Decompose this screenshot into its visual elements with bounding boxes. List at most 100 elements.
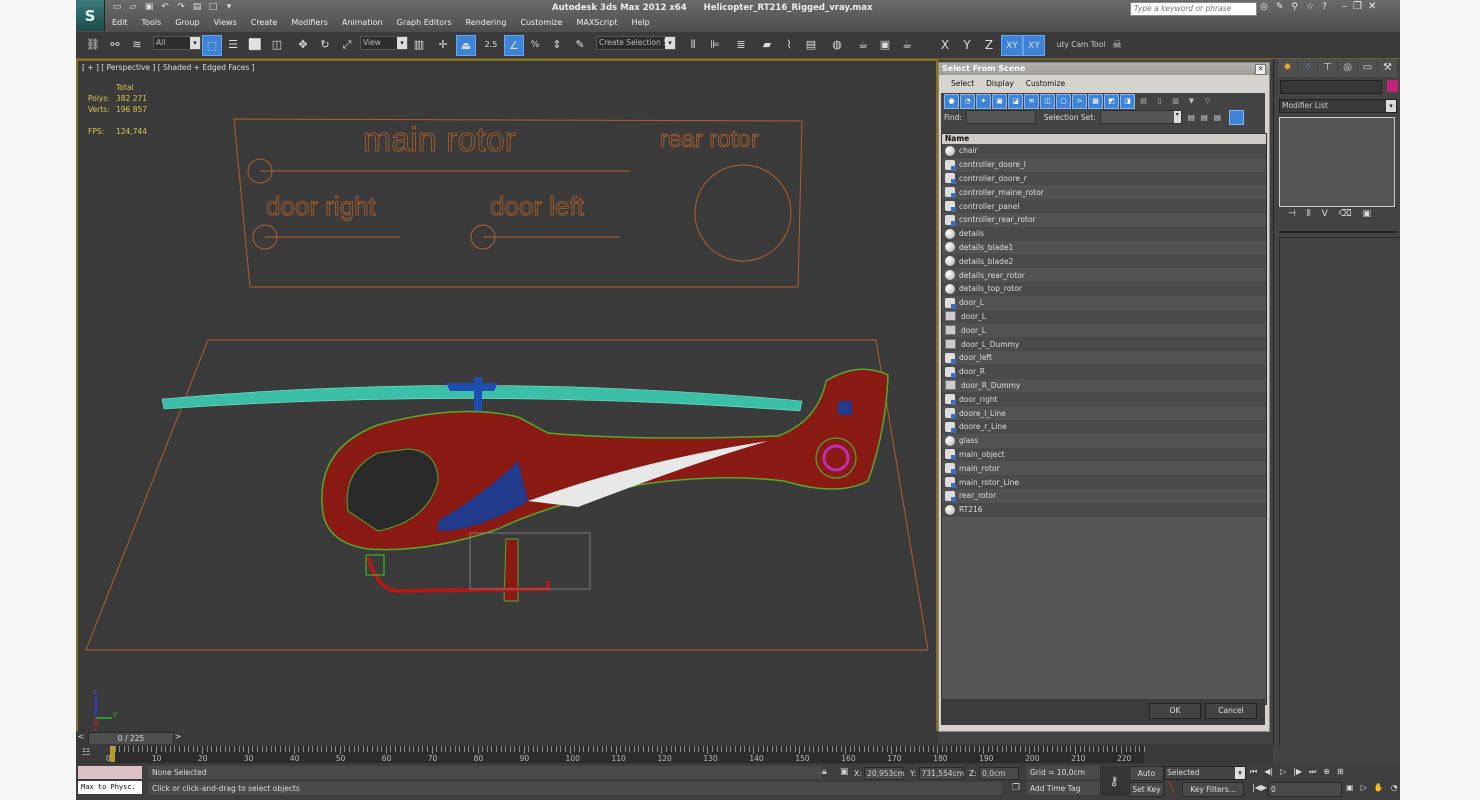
play-icon[interactable]: ▷ <box>1280 767 1286 777</box>
lock-selection-icon[interactable]: 🔒︎ <box>822 767 827 777</box>
display-space-warps-icon[interactable]: ≋ <box>1024 93 1039 109</box>
material-editor-icon[interactable]: ◍ <box>828 35 846 54</box>
filter-options-icon[interactable]: ▽ <box>1200 94 1215 109</box>
find-input[interactable] <box>965 110 1036 124</box>
frame-ruler[interactable]: 0 10 20 30 40 50 60 70 80 90 100 110 120 130 140 150 160… <box>106 746 1145 763</box>
set-key-button[interactable]: Set Key <box>1129 782 1164 797</box>
undo-icon[interactable]: ↶ <box>160 2 170 12</box>
named-selection-sets-dropdown[interactable]: Create Selection Se ▾ <box>596 36 676 50</box>
graphite-ribbon-icon[interactable]: ▰ <box>758 35 776 54</box>
object-list-item[interactable]: doore_r_Line <box>942 419 1266 434</box>
menu-animation[interactable]: Animation <box>342 18 383 27</box>
object-list-item[interactable]: details <box>942 226 1266 241</box>
make-unique-icon[interactable]: V <box>1322 209 1328 219</box>
key-tangent-icon[interactable]: ╲ <box>1168 782 1174 793</box>
object-list-item[interactable]: door_R_Dummy <box>942 378 1266 393</box>
menu-maxscript[interactable]: MAXScript <box>576 18 617 27</box>
next-key-icon[interactable]: |▶ <box>1293 767 1302 777</box>
auto-key-button[interactable]: Auto Key <box>1129 766 1164 791</box>
dialog-menu-customize[interactable]: Customize <box>1026 79 1065 88</box>
display-hidden-icon[interactable]: ◨ <box>1120 93 1135 109</box>
dialog-title-bar[interactable]: Select From Scene ✕ <box>939 63 1269 75</box>
previous-frame-button[interactable]: < <box>76 732 86 743</box>
object-list-item[interactable]: door_right <box>942 392 1266 407</box>
object-list-item[interactable]: door_left <box>942 350 1266 365</box>
select-and-move-icon[interactable]: ✥ <box>294 35 312 54</box>
wrench-icon[interactable]: ✎ <box>1276 2 1284 12</box>
object-color-swatch[interactable] <box>1387 80 1398 92</box>
modifier-stack[interactable] <box>1279 117 1395 207</box>
dialog-menu-display[interactable]: Display <box>986 79 1014 88</box>
key-filters-button[interactable]: Key Filters... <box>1182 782 1244 797</box>
layer-manager-icon[interactable]: ≣ <box>732 35 750 54</box>
display-invert-icon[interactable]: ▥ <box>1168 94 1183 109</box>
set-key-icon[interactable]: ⚷ <box>1100 766 1128 796</box>
cancel-button[interactable]: Cancel <box>1205 703 1257 719</box>
display-shapes-icon[interactable]: ◔ <box>960 93 975 109</box>
skull-tool-icon[interactable]: ☠ <box>1108 35 1126 54</box>
save-icon[interactable]: ▣ <box>144 2 154 12</box>
snaps-toggle-icon[interactable]: 2.5 <box>482 35 500 54</box>
close-icon[interactable]: ✕ <box>1255 64 1266 75</box>
help-icon[interactable]: ? <box>1322 2 1327 12</box>
display-geometry-icon[interactable]: ● <box>944 93 959 109</box>
display-helpers-icon[interactable]: ◪ <box>1008 93 1023 109</box>
next-frame-button[interactable]: > <box>173 732 183 743</box>
project-folder-icon[interactable]: ▤ <box>192 2 202 12</box>
menu-graph-editors[interactable]: Graph Editors <box>397 18 452 27</box>
select-object-icon[interactable]: ⬚ <box>202 35 222 56</box>
window-icon[interactable]: □ <box>208 2 218 12</box>
select-by-name-icon[interactable]: ☰ <box>224 35 242 54</box>
object-list-item[interactable]: details_top_rotor <box>942 281 1266 296</box>
object-list-item[interactable]: chair <box>942 144 1266 158</box>
scene-geometry[interactable]: main rotor rear rotor door right door le… <box>78 61 938 743</box>
dialog-menu-select[interactable]: Select <box>951 79 974 88</box>
close-icon[interactable]: ✕ <box>1368 1 1376 12</box>
object-list-item[interactable]: glass <box>942 433 1266 448</box>
menu-edit[interactable]: Edit <box>112 18 128 27</box>
menu-rendering[interactable]: Rendering <box>466 18 507 27</box>
maxscript-listener-mini[interactable] <box>78 766 142 779</box>
spinner-snap-icon[interactable]: ⇕ <box>548 35 566 54</box>
object-list-item[interactable]: door_L_Dummy <box>942 337 1266 351</box>
display-lights-icon[interactable]: ✦ <box>976 93 991 109</box>
menu-group[interactable]: Group <box>175 18 199 27</box>
axis-x-button[interactable]: X <box>936 35 954 54</box>
display-containers-icon[interactable]: ▦ <box>1088 93 1103 109</box>
object-list-item[interactable]: door_L <box>942 309 1266 324</box>
create-tab-icon[interactable]: ✹ <box>1278 59 1297 77</box>
modify-tab-icon[interactable]: ◜ <box>1298 59 1317 77</box>
absolute-mode-icon[interactable]: ▣ <box>840 767 849 777</box>
object-list-item[interactable]: main_rotor <box>942 461 1266 476</box>
motion-tab-icon[interactable]: ◎ <box>1338 59 1357 77</box>
menu-create[interactable]: Create <box>251 18 278 27</box>
axis-xy-snap-button[interactable]: XY <box>1023 35 1045 56</box>
key-mode-dropdown[interactable]: Selected ▾ <box>1164 766 1246 780</box>
axis-xy-button[interactable]: XY <box>1001 35 1023 56</box>
new-file-icon[interactable]: ▭ <box>112 2 122 12</box>
zoom-all-icon[interactable]: ⊞ <box>1337 767 1344 777</box>
object-list-item[interactable]: controller_doore_r <box>942 171 1266 186</box>
filter-icon[interactable]: ▼ <box>1184 94 1199 109</box>
select-and-rotate-icon[interactable]: ↻ <box>316 35 334 54</box>
curve-editor-mini-icon[interactable]: ☷ <box>82 748 98 760</box>
object-list-item[interactable]: details_rear_rotor <box>942 268 1266 282</box>
schematic-view-icon[interactable]: ▤ <box>802 35 820 54</box>
object-name-field[interactable] <box>1280 80 1382 94</box>
previous-key-icon[interactable]: ◀| <box>1264 767 1273 777</box>
maxscript-input[interactable]: Max to Physc. <box>78 781 142 794</box>
object-list-item[interactable]: controller_rear_rotor <box>942 212 1266 227</box>
utilities-tab-icon[interactable]: ⚒ <box>1378 59 1397 77</box>
window-crossing-icon[interactable]: ◫ <box>268 35 286 54</box>
object-list-item[interactable]: RT216 <box>942 502 1266 517</box>
object-list-item[interactable]: rear_rotor <box>942 488 1266 503</box>
edit-named-selection-icon[interactable]: ✎ <box>572 35 588 54</box>
axis-z-button[interactable]: Z <box>980 35 998 54</box>
display-groups-icon[interactable]: ◫ <box>1040 93 1055 109</box>
pan-icon[interactable]: ✋ <box>1374 783 1384 792</box>
search-input[interactable]: Type a keyword or phrase <box>1130 2 1257 16</box>
pin-stack-icon[interactable]: ⊣ <box>1288 209 1296 219</box>
hierarchy-tab-icon[interactable]: ⊤ <box>1318 59 1337 77</box>
object-list-item[interactable]: controller_panel <box>942 199 1266 213</box>
track-bar[interactable]: ☷ 0 10 20 30 40 50 60 70 80 90 100 110 120 130 140 150 1… <box>76 744 1273 764</box>
